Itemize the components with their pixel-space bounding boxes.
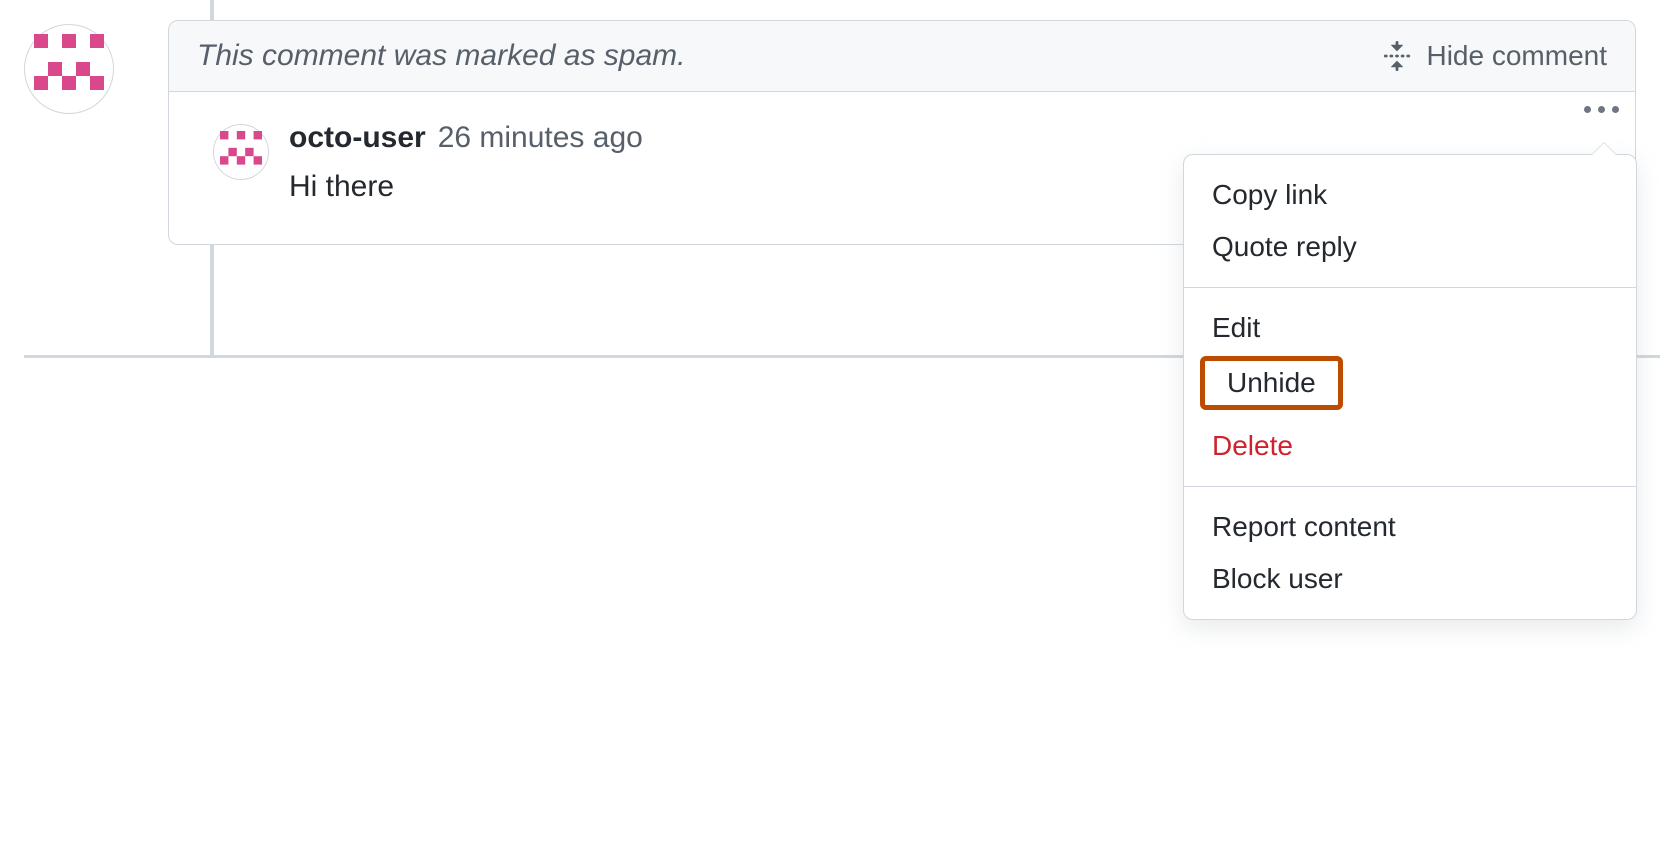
menu-block-user[interactable]: Block user [1184,553,1636,605]
menu-delete[interactable]: Delete [1184,420,1636,472]
comment-body-container: octo-user 26 minutes ago Hi there Copy l… [169,92,1635,244]
menu-edit[interactable]: Edit [1184,302,1636,354]
identicon-icon [34,34,104,104]
hide-comment-button[interactable]: Hide comment [1382,40,1607,72]
comment-actions-kebab-button[interactable] [1578,100,1625,119]
comment-username[interactable]: octo-user [289,120,426,156]
kebab-icon [1584,106,1619,113]
comment-timestamp[interactable]: 26 minutes ago [438,120,643,156]
menu-unhide[interactable]: Unhide [1200,356,1343,410]
identicon-icon [220,131,262,173]
menu-report-content[interactable]: Report content [1184,501,1636,553]
comment-actions-dropdown: Copy link Quote reply Edit Unhide Delete… [1183,154,1637,620]
fold-icon [1382,41,1412,71]
comment-header: This comment was marked as spam. Hide co… [169,21,1635,92]
author-avatar-large[interactable] [24,24,114,114]
comment-body-text: Hi there [289,170,643,204]
author-avatar-small[interactable] [213,124,269,180]
hide-comment-label: Hide comment [1426,40,1607,72]
spam-notice-text: This comment was marked as spam. [197,39,685,73]
comment-card: This comment was marked as spam. Hide co… [168,20,1636,245]
menu-quote-reply[interactable]: Quote reply [1184,221,1636,273]
menu-copy-link[interactable]: Copy link [1184,169,1636,221]
